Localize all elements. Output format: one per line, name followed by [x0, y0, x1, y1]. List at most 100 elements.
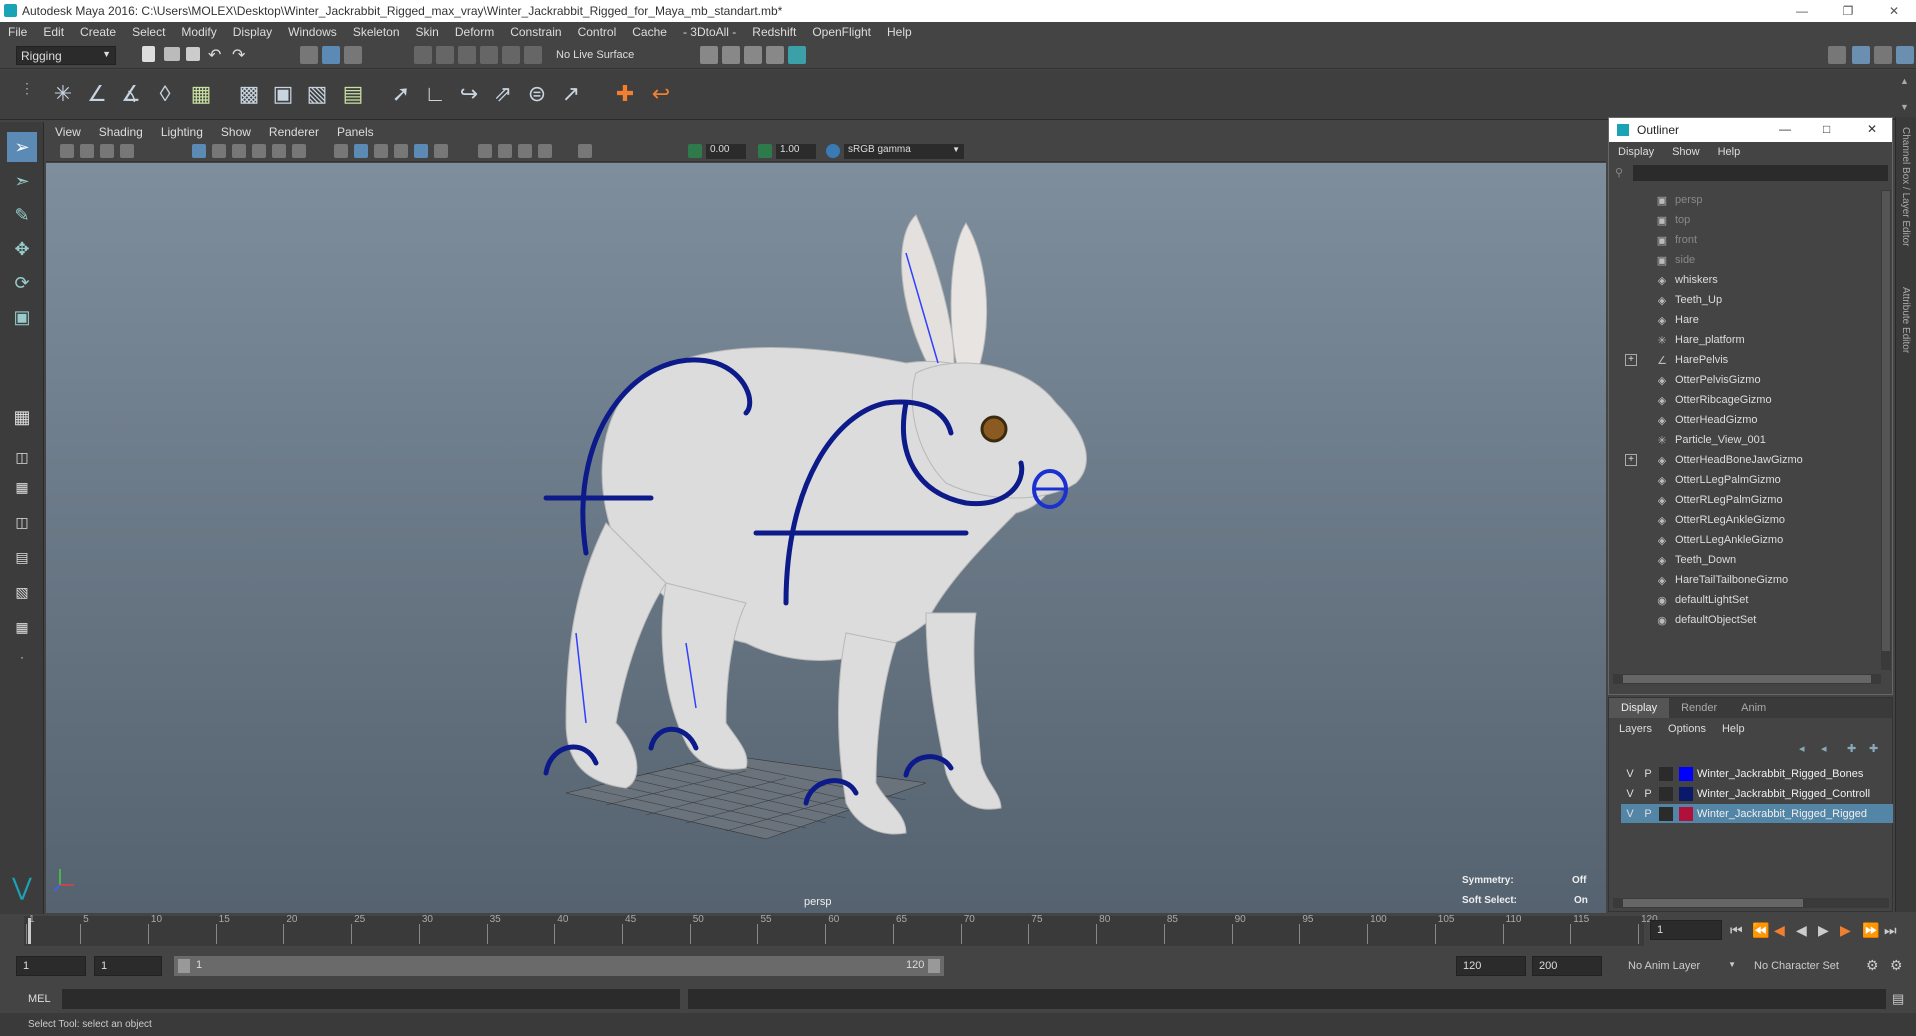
persp-outliner-layout-icon[interactable]: ◫	[7, 507, 37, 537]
exposure-field[interactable]: 0.00	[706, 144, 746, 159]
modeling-toolkit-icon[interactable]	[1828, 46, 1846, 64]
outliner-maximize-icon[interactable]: □	[1823, 122, 1830, 136]
tab-render[interactable]: Render	[1669, 698, 1729, 718]
exposure-icon[interactable]	[688, 144, 702, 158]
redo-icon[interactable]: ↷	[232, 45, 245, 65]
snap-view-icon[interactable]	[480, 46, 498, 64]
channel-box-tab[interactable]: Channel Box / Layer Editor	[1900, 127, 1911, 247]
colorspace-dropdown[interactable]: sRGB gamma ▼	[844, 144, 964, 159]
tab-display[interactable]: Display	[1609, 698, 1670, 718]
menu-modify[interactable]: Modify	[173, 25, 224, 39]
menu-edit[interactable]: Edit	[35, 25, 72, 39]
move-tool-icon[interactable]: ✥	[7, 234, 37, 264]
outliner-close-icon[interactable]: ✕	[1867, 122, 1877, 136]
step-forward-key-icon[interactable]: ⏩	[1862, 922, 1879, 939]
new-layer-selected-icon[interactable]: ✚	[1869, 742, 1878, 755]
menu-display[interactable]: Display	[225, 25, 280, 39]
viewport-menu-lighting[interactable]: Lighting	[152, 125, 212, 139]
pole-vector-icon[interactable]: ✚	[610, 78, 640, 110]
outliner-item[interactable]: ◉ defaultLightSet	[1655, 590, 1748, 610]
command-language-label[interactable]: MEL	[28, 993, 51, 1005]
layer-display-type-toggle[interactable]	[1659, 786, 1673, 801]
range-end-handle[interactable]	[928, 959, 940, 973]
anim-layer-dropdown[interactable]: No Anim Layer ▼	[1624, 956, 1740, 976]
layer-display-type-toggle[interactable]	[1659, 766, 1673, 781]
menu-skeleton[interactable]: Skeleton	[345, 25, 408, 39]
current-time-marker[interactable]	[28, 918, 31, 944]
outliner-item[interactable]: ◈ OtterLLegAnkleGizmo	[1655, 530, 1783, 550]
camera-select-icon[interactable]	[60, 144, 74, 158]
hik-icon[interactable]: ↩	[646, 78, 676, 110]
show-manipulator-icon[interactable]: ▦	[7, 402, 37, 432]
animation-start-field[interactable]: 1	[16, 956, 86, 976]
bind-skin-icon[interactable]: ➚	[386, 78, 416, 110]
cluster-icon[interactable]: ▩	[234, 78, 264, 110]
ambient-occlusion-icon[interactable]	[498, 144, 512, 158]
field-chart-icon[interactable]	[272, 144, 286, 158]
custom-layout-icon[interactable]: ▦	[7, 612, 37, 642]
menu-deform[interactable]: Deform	[447, 25, 502, 39]
viewport-menu-show[interactable]: Show	[212, 125, 260, 139]
time-slider[interactable]: 1 5 10 15 20 25 30 35 40 45 50 55 60 65 70 75 80 85 90 95 10…	[0, 914, 1916, 948]
motion-blur-icon[interactable]	[518, 144, 532, 158]
film-gate-icon[interactable]	[212, 144, 226, 158]
layer-visibility-toggle[interactable]: V	[1621, 768, 1639, 780]
select-component-icon[interactable]	[344, 46, 362, 64]
xray-icon[interactable]	[414, 144, 428, 158]
perspective-viewport[interactable]: persp Symmetry: Off Soft Select: On	[46, 163, 1606, 913]
menu-help[interactable]: Help	[879, 25, 920, 39]
locator-shelf-icon[interactable]: ▦	[186, 78, 216, 110]
animation-preferences-icon[interactable]: ⚙	[1890, 957, 1903, 974]
range-start-handle[interactable]	[178, 959, 190, 973]
four-view-layout-icon[interactable]: ▦	[7, 472, 37, 502]
outliner-item[interactable]: ◉ defaultObjectSet	[1655, 610, 1756, 630]
outliner-item[interactable]: ▣ side	[1655, 250, 1695, 270]
outliner-item[interactable]: + ◈ OtterHeadBoneJawGizmo	[1625, 450, 1803, 470]
shadows-icon[interactable]	[434, 144, 448, 158]
hypershade-layout-icon[interactable]: ▧	[7, 577, 37, 607]
auto-key-icon[interactable]: ⚙	[1866, 957, 1879, 974]
paint-weights-icon[interactable]: ∟	[420, 78, 450, 110]
outliner-hscrollbar[interactable]	[1613, 674, 1881, 684]
mode-selector[interactable]: Rigging ▼	[16, 46, 116, 65]
step-back-key-icon[interactable]: ⏪	[1752, 922, 1769, 939]
outliner-item[interactable]: ◈ Teeth_Down	[1655, 550, 1736, 570]
outliner-item[interactable]: ◈ OtterPelvisGizmo	[1655, 370, 1761, 390]
menu-windows[interactable]: Windows	[280, 25, 345, 39]
outliner-item[interactable]: ◈ OtterRLegPalmGizmo	[1655, 490, 1783, 510]
shelf-scroll-up-icon[interactable]: ▲	[1900, 76, 1909, 86]
command-input[interactable]	[62, 989, 680, 1009]
collapse-icon[interactable]: ·	[7, 642, 37, 672]
layer-playback-toggle[interactable]: P	[1639, 808, 1657, 820]
outliner-item[interactable]: ▣ front	[1655, 230, 1697, 250]
image-plane-icon[interactable]	[120, 144, 134, 158]
expand-plus-icon[interactable]: +	[1625, 354, 1637, 366]
attribute-editor-toggle-icon[interactable]	[1852, 46, 1870, 64]
resolution-gate-icon[interactable]	[232, 144, 246, 158]
layer-menu-layers[interactable]: Layers	[1609, 723, 1660, 735]
snap-surface-icon[interactable]	[502, 46, 520, 64]
layer-playback-toggle[interactable]: P	[1639, 788, 1657, 800]
snap-vertex-icon[interactable]	[524, 46, 542, 64]
grid-toggle-icon[interactable]	[192, 144, 206, 158]
gamma-field[interactable]: 1.00	[776, 144, 816, 159]
restore-icon[interactable]: ❐	[1826, 0, 1870, 22]
outliner-item[interactable]: + ∠ HarePelvis	[1625, 350, 1728, 370]
outliner-vscroll-thumb[interactable]	[1882, 191, 1890, 651]
viewport-menu-panels[interactable]: Panels	[328, 125, 383, 139]
color-management-icon[interactable]	[826, 144, 840, 158]
layer-playback-toggle[interactable]: P	[1639, 768, 1657, 780]
menu-select[interactable]: Select	[124, 25, 173, 39]
outliner-item[interactable]: ◈ OtterRibcageGizmo	[1655, 390, 1772, 410]
go-to-start-icon[interactable]: ⏮	[1730, 922, 1743, 939]
depth-of-field-icon[interactable]	[578, 144, 592, 158]
menu-redshift[interactable]: Redshift	[744, 25, 804, 39]
camera-attributes-icon[interactable]	[80, 144, 94, 158]
outliner-filter-icon[interactable]: ⚲	[1615, 166, 1623, 179]
viewport-menu-renderer[interactable]: Renderer	[260, 125, 328, 139]
anti-aliasing-icon[interactable]	[538, 144, 552, 158]
ik-spline-icon[interactable]: ∡	[116, 78, 146, 110]
render-view-icon[interactable]	[788, 46, 806, 64]
outliner-minimize-icon[interactable]: —	[1779, 122, 1791, 136]
viewport-menu-shading[interactable]: Shading	[90, 125, 152, 139]
